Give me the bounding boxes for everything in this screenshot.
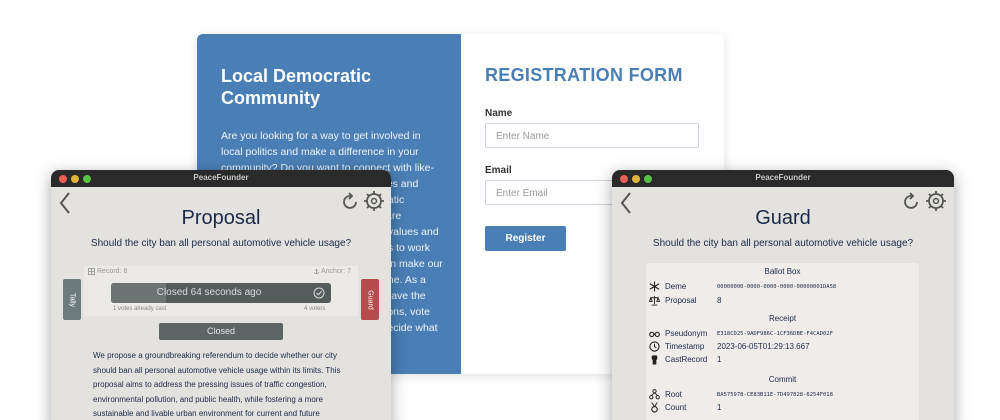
castrecord-value: 1 <box>717 355 722 364</box>
title-bar: PeaceFounder <box>51 170 391 187</box>
window-title: PeaceFounder <box>193 173 249 182</box>
tally-button[interactable]: Tally <box>63 279 81 320</box>
glasses-icon <box>649 331 660 338</box>
email-label: Email <box>485 165 512 176</box>
root-label: Root <box>665 390 682 399</box>
ballot-box-heading: Ballot Box <box>764 267 801 276</box>
proposal-label: Proposal <box>665 296 697 305</box>
votes-cast-note: 1 votes already cast <box>113 306 167 312</box>
form-title: REGISTRATION FORM <box>485 65 683 85</box>
community-title: Local Democratic Community <box>221 66 372 108</box>
snowflake-icon <box>649 281 660 292</box>
medal-icon <box>651 402 658 413</box>
vote-status-text: Closed 64 seconds ago <box>156 287 262 298</box>
guard-label: Guard <box>366 289 374 310</box>
anchor-number: Anchor: 7 <box>321 268 351 275</box>
checkmark-circle-icon <box>313 287 325 299</box>
closed-button[interactable]: Closed <box>159 323 283 340</box>
clock-icon <box>649 341 660 352</box>
proposal-window: PeaceFounder Proposal Should the city ba… <box>51 170 391 420</box>
record-icon <box>88 268 95 275</box>
scales-icon <box>649 295 660 306</box>
count-value: 1 <box>717 403 722 412</box>
deme-value: 00000000-0000-0000-0000-00000001DA58 <box>717 284 837 290</box>
pseudonym-label: Pseudonym <box>665 329 708 338</box>
guard-button[interactable]: Guard <box>361 279 379 320</box>
title-bar: PeaceFounder <box>612 170 954 187</box>
view-title: Guard <box>755 207 811 229</box>
receipt-heading: Receipt <box>768 314 797 323</box>
deme-label: Deme <box>665 282 687 291</box>
guard-details-panel: Ballot Box Deme 00000000-0000-0000-0000-… <box>646 263 919 420</box>
vote-status-panel: Record: 8 Anchor: 7 Closed 64 seconds ag… <box>84 266 358 316</box>
timestamp-value: 2023-06-05T01:29:13.667 <box>717 342 810 351</box>
castrecord-label: CastRecord <box>665 355 708 364</box>
proposal-description: We propose a groundbreaking referendum t… <box>93 351 341 418</box>
vote-progress-bar: Closed 64 seconds ago <box>111 283 331 303</box>
pseudonym-value: E318CD25-9ADF986C-1CF36DBE-F4CAD02F <box>717 331 833 337</box>
commit-heading: Commit <box>768 375 797 384</box>
register-button[interactable]: Register <box>485 226 566 251</box>
anchor-icon <box>313 268 320 275</box>
name-label: Name <box>485 108 513 119</box>
count-label: Count <box>665 403 687 412</box>
proposal-question: Should the city ban all personal automot… <box>90 238 352 249</box>
record-number: Record: 8 <box>97 268 128 275</box>
guard-question: Should the city ban all personal automot… <box>652 238 914 249</box>
proposal-value: 8 <box>717 296 722 305</box>
name-input[interactable]: Enter Name <box>485 123 699 148</box>
timestamp-label: Timestamp <box>665 342 705 351</box>
window-title: PeaceFounder <box>755 173 811 182</box>
view-title: Proposal <box>181 207 261 229</box>
tally-label: Tally <box>68 292 76 307</box>
desktop: Local Democratic Community Are you looki… <box>0 0 1000 420</box>
tree-icon <box>649 389 660 400</box>
guard-window: PeaceFounder Guard Should the city ban a… <box>612 170 954 420</box>
voters-count: 4 voters <box>304 306 326 312</box>
fist-icon <box>651 355 658 365</box>
root-value: BA575978-CE83B11E-7D497828-6254F018 <box>717 392 833 398</box>
